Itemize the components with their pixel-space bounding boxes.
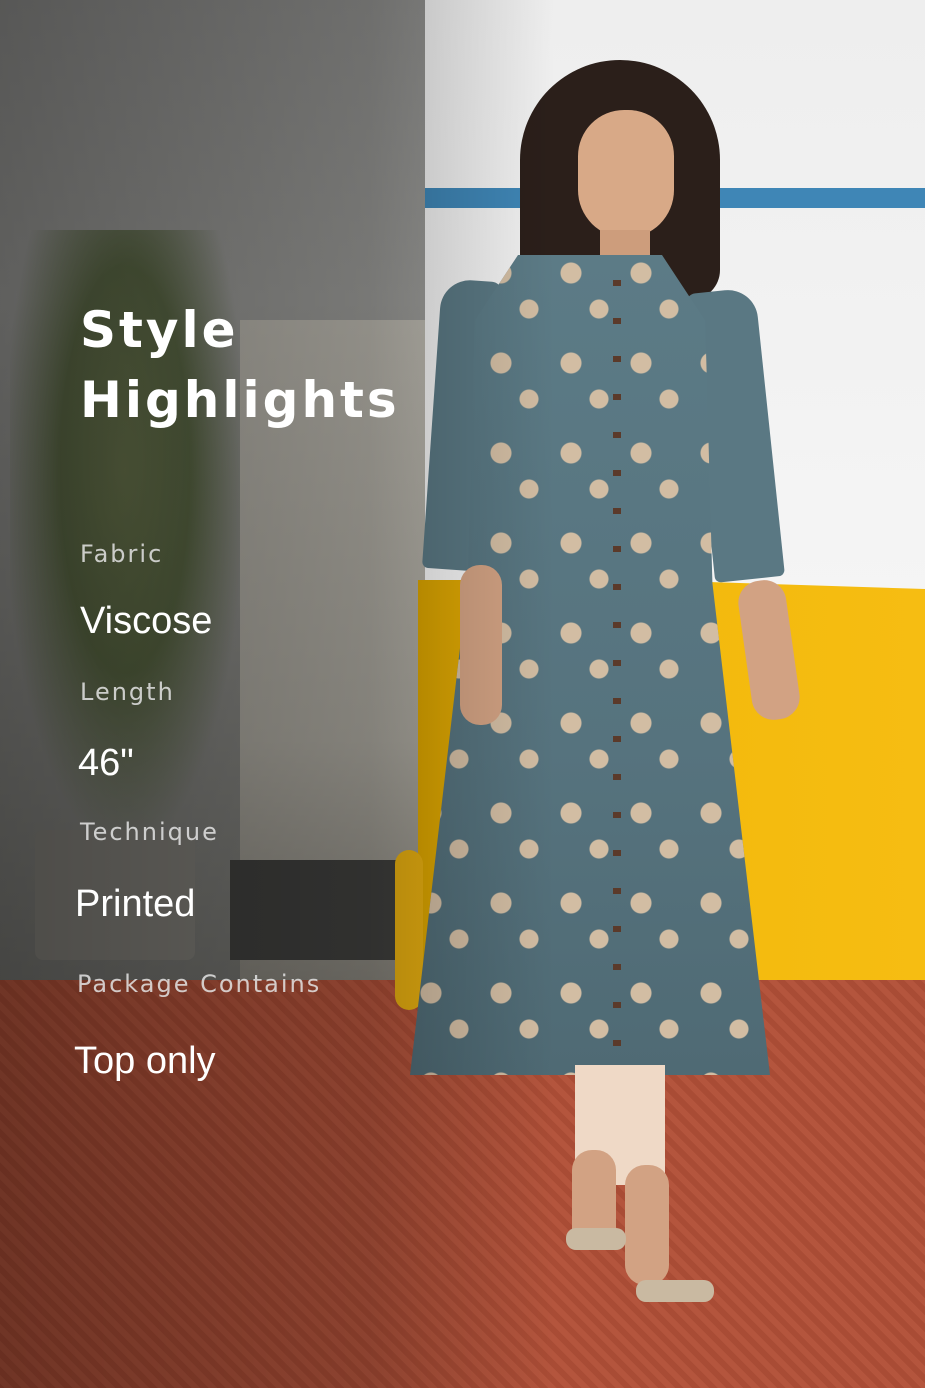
heading-line1: Style [80,301,239,359]
package-value: Top only [74,1040,216,1082]
style-highlights-panel: Style Highlights Fabric Viscose Length 4… [0,0,925,1388]
length-label: Length [80,678,175,706]
fabric-value: Viscose [80,600,213,642]
heading-line2: Highlights [80,371,400,429]
technique-value: Printed [75,883,196,925]
package-label: Package Contains [77,970,322,998]
fabric-label: Fabric [80,540,164,568]
product-photo: Style Highlights Fabric Viscose Length 4… [0,0,925,1388]
heading: Style Highlights [80,295,400,435]
length-value: 46" [78,742,134,784]
technique-label: Technique [80,818,219,846]
